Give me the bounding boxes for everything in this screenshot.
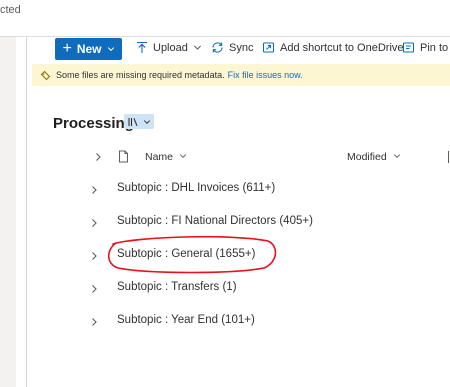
left-rail [0,37,16,387]
rail-divider [26,37,27,387]
name-column-label: Name [145,151,174,163]
pin-label: Pin to C [420,41,450,54]
upload-label: Upload [153,41,188,54]
modified-column-label: Modified [347,151,387,163]
column-divider [448,151,449,163]
view-switcher[interactable] [124,114,154,129]
chevron-right-icon[interactable] [90,317,98,327]
modified-column-header[interactable]: Modified [347,151,401,163]
upload-button[interactable]: Upload [136,41,202,54]
chevron-right-icon[interactable] [90,251,98,261]
group-label: Subtopic : DHL Invoices (611+) [117,182,276,194]
sync-icon [212,42,223,53]
group-label: Subtopic : Transfers (1) [117,281,237,293]
sync-button[interactable]: Sync [211,41,253,54]
group-label: Subtopic : FI National Directors (405+) [117,215,313,227]
sync-label: Sync [229,41,254,54]
upload-icon [137,41,147,53]
expand-all-chevron-icon[interactable] [94,152,102,162]
file-type-icon[interactable] [118,150,129,163]
new-button[interactable]: + New [55,38,122,60]
chevron-down-icon [107,47,114,52]
name-column-header[interactable]: Name [145,151,187,163]
library-view-icon [127,117,138,126]
shortcut-icon [262,42,275,53]
add-shortcut-button[interactable]: Add shortcut to OneDrive [262,41,404,54]
chevron-down-icon [143,119,150,124]
warning-icon [40,70,51,80]
chevron-right-icon[interactable] [90,185,98,195]
add-shortcut-label: Add shortcut to OneDrive [280,41,404,54]
window-top-strip: cted [0,0,450,37]
pin-button[interactable]: Pin to C [402,41,450,54]
chevron-down-icon [193,45,201,50]
metadata-warning-bar: Some files are missing required metadata… [32,64,450,86]
list-header: Name Modified [28,149,450,167]
chevron-right-icon[interactable] [90,284,98,294]
plus-icon: + [62,40,72,57]
group-label: Subtopic : General (1655+) [117,248,256,260]
pin-icon [402,42,415,53]
new-button-label: New [76,42,102,56]
fix-file-issues-link[interactable]: Fix file issues now. [228,70,303,80]
chevron-right-icon[interactable] [90,218,98,228]
group-label: Subtopic : Year End (101+) [117,314,255,326]
command-bar: + New Upload Sync Add shortcut to OneDri… [28,37,450,63]
warning-message: Some files are missing required metadata… [56,70,225,80]
chevron-down-icon [393,154,400,158]
page-title: Processing [53,115,134,132]
chevron-down-icon [179,154,187,158]
status-text: cted [0,4,21,16]
